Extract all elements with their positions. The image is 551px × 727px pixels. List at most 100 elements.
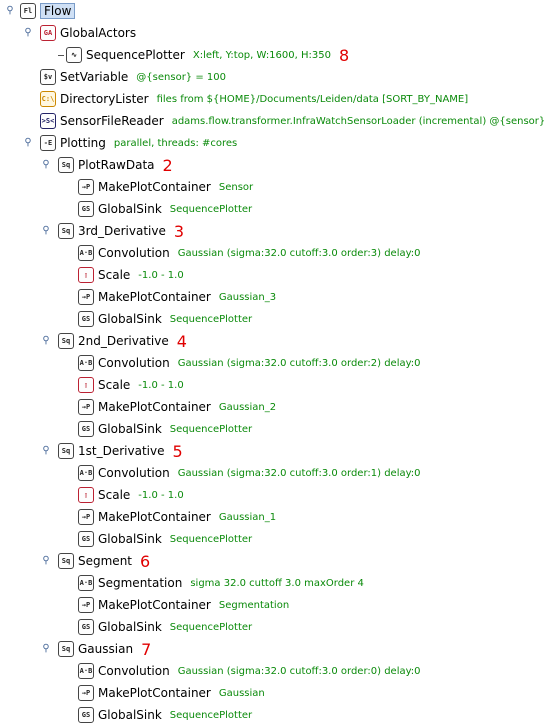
tree-node-options: Sensor (218, 181, 254, 193)
tree-node-label: MakePlotContainer (98, 400, 211, 414)
tree-node-label: GlobalSink (98, 312, 162, 326)
tree-node-options: -1.0 - 1.0 (138, 269, 184, 281)
tree-node-options: Gaussian (218, 687, 265, 699)
file-reader-icon: >S< (40, 113, 56, 129)
annotation-number: 4 (176, 331, 187, 351)
tree-node[interactable]: -E Plotting parallel, threads: #cores (40, 132, 245, 154)
tree-node[interactable]: →P MakePlotContainer Segmentation (78, 594, 297, 616)
tree-node-label: Convolution (98, 356, 170, 370)
tree-node-options: Gaussian_3 (218, 291, 277, 303)
expand-toggle-icon[interactable]: ⚲ (4, 5, 16, 17)
tree-node-label: GlobalSink (98, 422, 162, 436)
tree-node[interactable]: GS GlobalSink SequencePlotter (78, 418, 260, 440)
tree-node-label: Convolution (98, 466, 170, 480)
tree-node[interactable]: Sq 1st_Derivative 5 (58, 440, 183, 462)
annotation-number: 8 (338, 45, 350, 65)
expand-toggle-icon[interactable]: ⚲ (22, 27, 34, 39)
tree-node[interactable]: →P MakePlotContainer Gaussian (78, 682, 273, 704)
tree-node-label: GlobalActors (60, 26, 137, 40)
tree-node[interactable]: GA GlobalActors (40, 22, 144, 44)
flow-icon: Fl (20, 3, 36, 19)
tree-node-options: -1.0 - 1.0 (138, 379, 184, 391)
global-sink-icon: GS (78, 531, 94, 547)
tree-node-options: files from ${HOME}/Documents/Leiden/data… (156, 93, 469, 105)
global-sink-icon: GS (78, 619, 94, 635)
tree-node[interactable]: >S< SensorFileReader adams.flow.transfor… (40, 110, 551, 132)
tree-node[interactable]: A·B Segmentation sigma 32.0 cuttoff 3.0 … (78, 572, 372, 594)
sequence-icon: Sq (58, 641, 74, 657)
global-sink-icon: GS (78, 201, 94, 217)
tree-node-label: Convolution (98, 246, 170, 260)
make-plot-container-icon: →P (78, 597, 94, 613)
expand-toggle-icon[interactable]: ⚲ (40, 159, 52, 171)
tree-node-label: Segment (78, 554, 132, 568)
tree-node-label: Scale (98, 378, 131, 392)
tree-node-label: Segmentation (98, 576, 183, 590)
tree-node[interactable]: ▯ Scale -1.0 - 1.0 (78, 484, 192, 506)
tree-node-options: Gaussian (sigma:32.0 cutoff:3.0 order:2)… (177, 357, 421, 369)
tree-node-label: GlobalSink (98, 620, 162, 634)
make-plot-container-icon: →P (78, 399, 94, 415)
convolution-icon: A·B (78, 663, 94, 679)
segmentation-icon: A·B (78, 575, 94, 591)
tree-node[interactable]: →P MakePlotContainer Gaussian_3 (78, 286, 284, 308)
tree-node-options: Gaussian (sigma:32.0 cutoff:3.0 order:3)… (177, 247, 421, 259)
tree-node[interactable]: $v SetVariable @{sensor} = 100 (40, 66, 234, 88)
tree-node[interactable]: A·B Convolution Gaussian (sigma:32.0 cut… (78, 660, 429, 682)
tree-node[interactable]: GS GlobalSink SequencePlotter (78, 616, 260, 638)
tree-node[interactable]: ▯ Scale -1.0 - 1.0 (78, 264, 192, 286)
expand-toggle-icon[interactable]: ⚲ (40, 643, 52, 655)
tree-node[interactable]: C:\ DirectoryLister files from ${HOME}/D… (40, 88, 476, 110)
tree-node[interactable]: A·B Convolution Gaussian (sigma:32.0 cut… (78, 352, 429, 374)
expand-toggle-icon[interactable]: ⚲ (22, 137, 34, 149)
tree-node-options: SequencePlotter (169, 423, 253, 435)
global-sink-icon: GS (78, 311, 94, 327)
tree-connector (58, 54, 64, 56)
tree-node-label: MakePlotContainer (98, 510, 211, 524)
annotation-number: 5 (172, 441, 183, 461)
tree-node-label: MakePlotContainer (98, 686, 211, 700)
tree-node-label: SequencePlotter (86, 48, 185, 62)
tree-node[interactable]: A·B Convolution Gaussian (sigma:32.0 cut… (78, 462, 429, 484)
make-plot-container-icon: →P (78, 509, 94, 525)
tree-node-label: PlotRawData (78, 158, 155, 172)
tree-node[interactable]: ∿ SequencePlotter X:left, Y:top, W:1600,… (58, 44, 349, 66)
tree-root-flow[interactable]: Fl Flow (20, 0, 83, 22)
tree-node[interactable]: GS GlobalSink SequencePlotter (78, 528, 260, 550)
tree-node[interactable]: Sq PlotRawData 2 (58, 154, 173, 176)
expand-toggle-icon[interactable]: ⚲ (40, 225, 52, 237)
tree-node[interactable]: GS GlobalSink SequencePlotter (78, 198, 260, 220)
tree-node[interactable]: Sq 2nd_Derivative 4 (58, 330, 187, 352)
tree-node-label: MakePlotContainer (98, 290, 211, 304)
tree-node[interactable]: ▯ Scale -1.0 - 1.0 (78, 374, 192, 396)
sequence-icon: Sq (58, 443, 74, 459)
make-plot-container-icon: →P (78, 179, 94, 195)
convolution-icon: A·B (78, 355, 94, 371)
tree-node-label: 3rd_Derivative (78, 224, 166, 238)
expand-toggle-icon[interactable]: ⚲ (40, 335, 52, 347)
global-actors-icon: GA (40, 25, 56, 41)
tree-node[interactable]: GS GlobalSink SequencePlotter (78, 704, 260, 726)
tree-node-label: Flow (40, 3, 76, 19)
tree-node-label: DirectoryLister (60, 92, 149, 106)
global-sink-icon: GS (78, 707, 94, 723)
tree-node[interactable]: →P MakePlotContainer Gaussian_1 (78, 506, 284, 528)
tree-node[interactable]: Sq Gaussian 7 (58, 638, 151, 660)
sequence-icon: Sq (58, 157, 74, 173)
convolution-icon: A·B (78, 465, 94, 481)
tree-node[interactable]: →P MakePlotContainer Sensor (78, 176, 261, 198)
tree-node[interactable]: A·B Convolution Gaussian (sigma:32.0 cut… (78, 242, 429, 264)
tree-node-options: SequencePlotter (169, 203, 253, 215)
tree-node-label: 1st_Derivative (78, 444, 165, 458)
scale-icon: ▯ (78, 267, 94, 283)
tree-node[interactable]: Sq 3rd_Derivative 3 (58, 220, 184, 242)
tree-node-options: X:left, Y:top, W:1600, H:350 (192, 49, 331, 61)
tree-node-label: SensorFileReader (60, 114, 164, 128)
expand-toggle-icon[interactable]: ⚲ (40, 555, 52, 567)
tree-node[interactable]: Sq Segment 6 (58, 550, 150, 572)
tree-node[interactable]: GS GlobalSink SequencePlotter (78, 308, 260, 330)
annotation-number: 7 (141, 639, 152, 659)
sequence-plotter-icon: ∿ (66, 47, 82, 63)
expand-toggle-icon[interactable]: ⚲ (40, 445, 52, 457)
tree-node[interactable]: →P MakePlotContainer Gaussian_2 (78, 396, 284, 418)
